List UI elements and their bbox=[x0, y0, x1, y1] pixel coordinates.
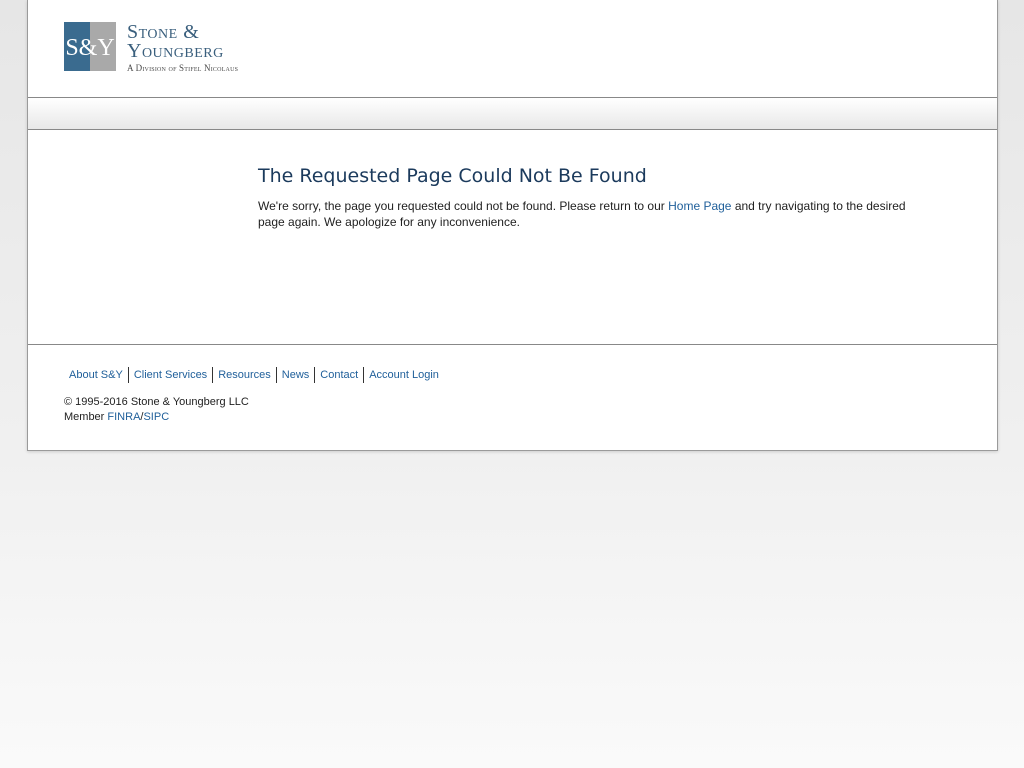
message-text-before: We're sorry, the page you requested coul… bbox=[258, 199, 669, 213]
footer-link-resources[interactable]: Resources bbox=[212, 367, 276, 383]
home-page-link[interactable]: Home Page bbox=[668, 199, 731, 213]
sipc-link[interactable]: SIPC bbox=[143, 411, 169, 423]
page-title: The Requested Page Could Not Be Found bbox=[258, 165, 647, 187]
nav-bar bbox=[28, 98, 997, 130]
logo-text: Stone & Youngberg A Division of Stifel N… bbox=[127, 22, 238, 74]
error-message: We're sorry, the page you requested coul… bbox=[258, 198, 928, 230]
company-logo[interactable]: S&Y Stone & Youngberg A Division of Stif… bbox=[64, 22, 238, 74]
footer-link-contact[interactable]: Contact bbox=[314, 367, 363, 383]
logo-name-line2: Youngberg bbox=[127, 40, 224, 62]
page-container: S&Y Stone & Youngberg A Division of Stif… bbox=[27, 0, 998, 451]
footer-link-client-services[interactable]: Client Services bbox=[127, 367, 212, 383]
logo-tagline: A Division of Stifel Nicolaus bbox=[127, 63, 239, 73]
main-content: The Requested Page Could Not Be Found We… bbox=[28, 130, 997, 345]
footer-link-about[interactable]: About S&Y bbox=[64, 367, 128, 383]
logo-mark: S&Y bbox=[64, 22, 116, 71]
logo-name-line1: Stone & bbox=[127, 21, 200, 43]
site-header: S&Y Stone & Youngberg A Division of Stif… bbox=[28, 0, 997, 98]
legal-info: © 1995-2016 Stone & Youngberg LLC Member… bbox=[64, 395, 249, 425]
copyright-text: © 1995-2016 Stone & Youngberg LLC bbox=[64, 396, 249, 408]
member-line: Member FINRA/SIPC bbox=[64, 410, 249, 425]
finra-link[interactable]: FINRA bbox=[107, 411, 140, 423]
footer-link-account-login[interactable]: Account Login bbox=[363, 367, 444, 383]
footer-link-news[interactable]: News bbox=[275, 367, 315, 383]
site-footer: About S&Y Client Services Resources News… bbox=[28, 345, 997, 450]
member-label: Member bbox=[64, 411, 108, 423]
logo-monogram: S&Y bbox=[65, 35, 114, 61]
footer-nav: About S&Y Client Services Resources News… bbox=[64, 367, 444, 383]
